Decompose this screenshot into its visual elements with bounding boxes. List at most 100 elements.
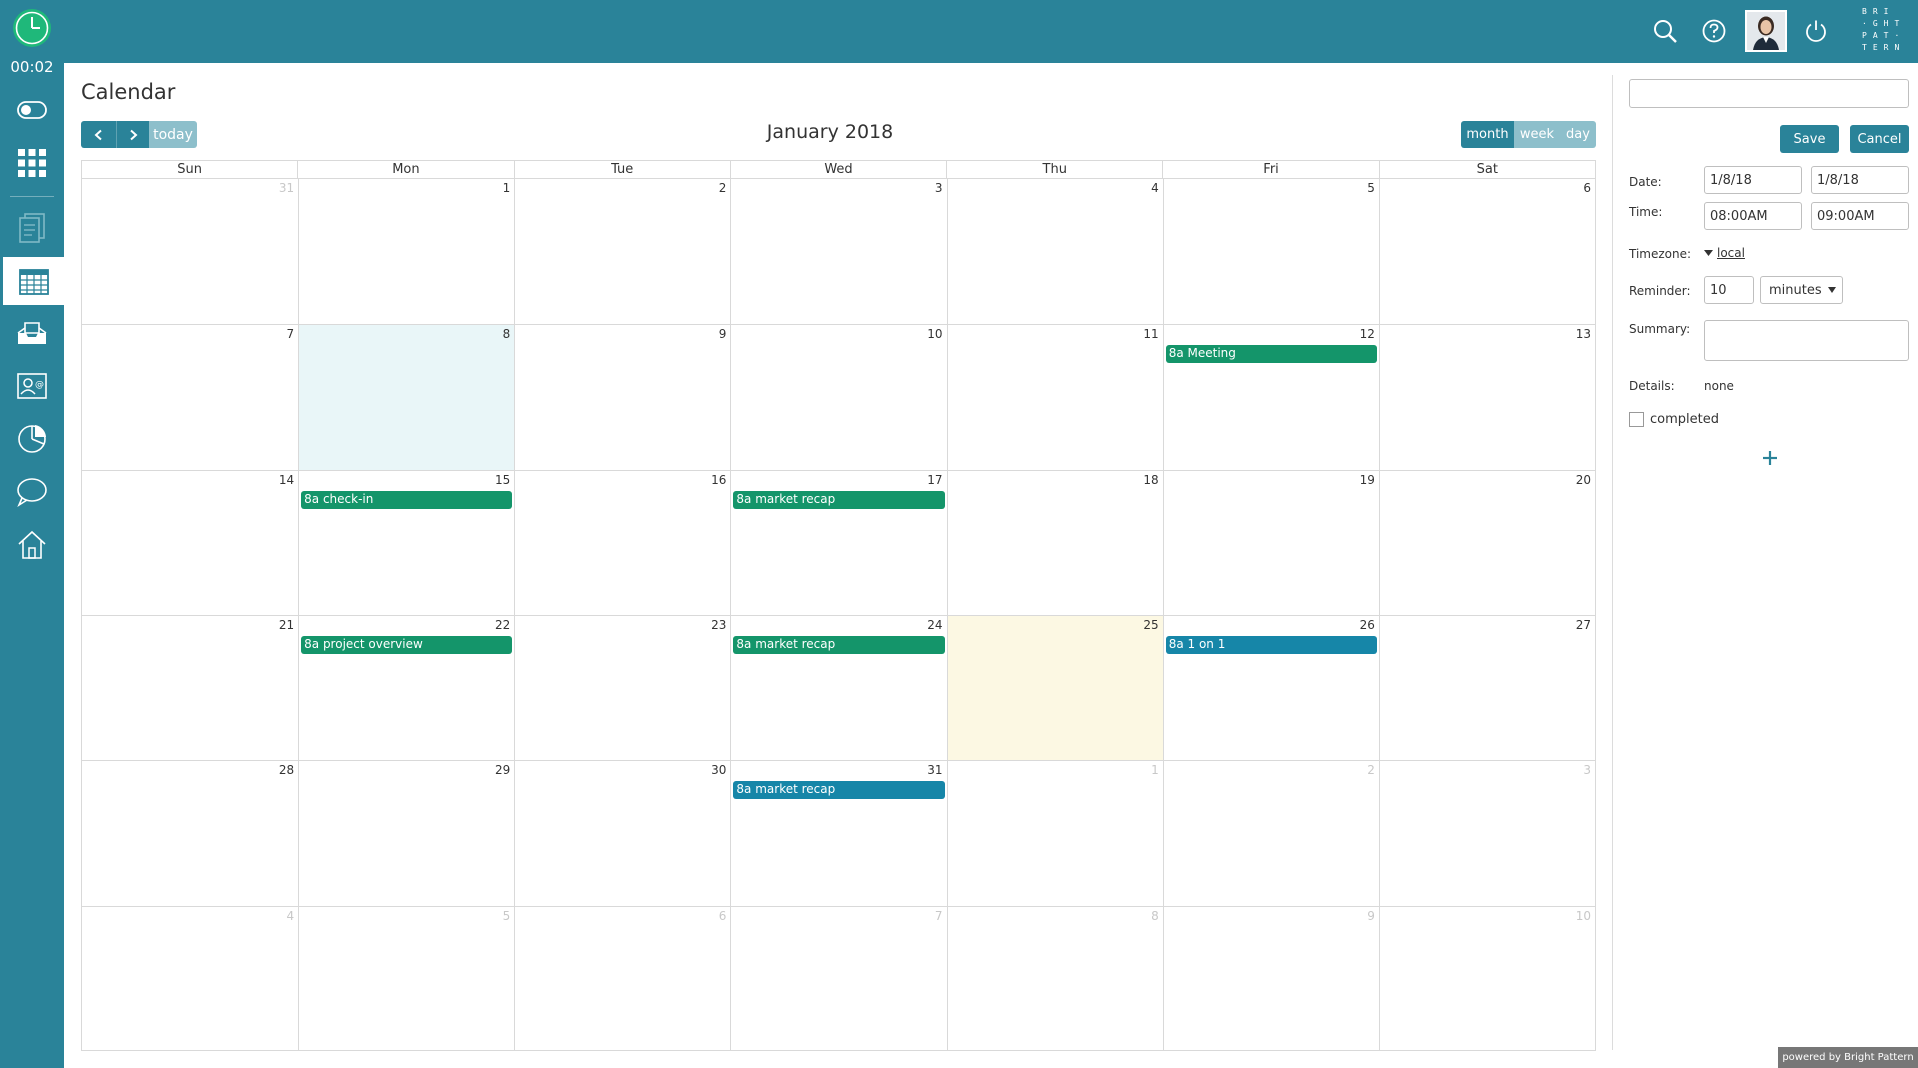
day-number[interactable]: 5 (503, 909, 511, 923)
view-month-button[interactable]: month (1461, 121, 1514, 148)
day-cell[interactable]: 17 8a market recap (730, 469, 947, 615)
day-number[interactable]: 22 (495, 618, 510, 632)
sidebar-item-calendar[interactable] (3, 257, 64, 305)
day-cell[interactable]: 22 8a project overview (298, 614, 515, 761)
reminder-unit-select[interactable]: minutes (1760, 276, 1843, 304)
day-cell[interactable]: 16 (514, 469, 731, 615)
day-cell[interactable]: 19 (1162, 469, 1379, 615)
add-item-button[interactable] (1760, 448, 1780, 468)
day-cell[interactable]: 6 (1378, 179, 1595, 325)
day-cell[interactable]: 5 (298, 905, 515, 1051)
day-number[interactable]: 31 (927, 763, 942, 777)
power-icon[interactable] (1797, 12, 1835, 50)
day-number[interactable]: 5 (1367, 181, 1375, 195)
day-cell[interactable]: 31 8a market recap (730, 760, 947, 906)
search-icon[interactable] (1646, 12, 1684, 50)
inbox-icon[interactable] (0, 309, 64, 357)
day-cell[interactable]: 18 (946, 469, 1163, 615)
completed-checkbox[interactable] (1629, 412, 1644, 427)
day-number[interactable]: 9 (1367, 909, 1375, 923)
day-cell[interactable]: 10 (730, 324, 947, 470)
day-cell[interactable]: 28 (82, 760, 299, 905)
user-avatar[interactable] (1745, 10, 1787, 52)
day-number[interactable]: 13 (1576, 327, 1591, 341)
day-cell[interactable]: 29 (298, 760, 515, 906)
view-day-button[interactable]: day (1560, 121, 1596, 148)
day-number[interactable]: 8 (1151, 909, 1159, 923)
today-button[interactable]: today (149, 121, 197, 148)
day-number[interactable]: 29 (495, 763, 510, 777)
day-number[interactable]: 25 (1143, 618, 1158, 632)
day-number[interactable]: 4 (1151, 181, 1159, 195)
day-cell[interactable]: 6 (514, 905, 731, 1051)
day-cell[interactable]: 9 (1162, 905, 1379, 1051)
day-number[interactable]: 9 (719, 327, 727, 341)
day-number[interactable]: 2 (719, 181, 727, 195)
event-title-input[interactable] (1629, 79, 1909, 108)
day-cell[interactable]: 4 (82, 905, 299, 1051)
day-number[interactable]: 1 (503, 181, 511, 195)
day-cell[interactable]: 3 (730, 179, 946, 325)
day-number[interactable]: 12 (1360, 327, 1375, 341)
save-button[interactable]: Save (1780, 125, 1839, 153)
day-cell[interactable]: 1 (946, 760, 1163, 906)
day-number[interactable]: 3 (1583, 763, 1591, 777)
day-number[interactable]: 19 (1360, 473, 1375, 487)
reminder-amount-input[interactable]: 10 (1704, 276, 1754, 304)
status-toggle[interactable] (0, 86, 64, 134)
reports-pie-icon[interactable] (0, 415, 64, 463)
details-value[interactable]: none (1704, 379, 1734, 393)
calendar-event[interactable]: 8a 1 on 1 (1165, 635, 1377, 654)
chat-icon[interactable] (0, 468, 64, 516)
day-number[interactable]: 11 (1143, 327, 1158, 341)
day-cell[interactable]: 11 (946, 324, 1163, 470)
day-cell[interactable]: 7 (730, 905, 947, 1051)
day-number[interactable]: 15 (495, 473, 510, 487)
day-cell[interactable]: 25 (946, 614, 1163, 761)
summary-input[interactable] (1704, 320, 1909, 361)
day-number[interactable]: 4 (287, 909, 295, 923)
day-number[interactable]: 26 (1360, 618, 1375, 632)
day-cell[interactable]: 8 (298, 324, 515, 470)
day-cell[interactable]: 14 (82, 469, 299, 615)
day-cell[interactable]: 4 (946, 179, 1163, 325)
day-number[interactable]: 17 (927, 473, 942, 487)
start-date-input[interactable]: 1/8/18 (1704, 166, 1802, 194)
day-number[interactable]: 14 (279, 473, 294, 487)
day-cell[interactable]: 31 (82, 179, 298, 324)
next-month-button[interactable] (116, 121, 149, 148)
calendar-event[interactable]: 8a market recap (733, 490, 945, 509)
day-number[interactable]: 8 (503, 327, 511, 341)
day-cell[interactable]: 23 (514, 614, 731, 761)
calendar-event[interactable]: 8a market recap (733, 635, 945, 654)
day-cell[interactable]: 3 (1378, 760, 1595, 906)
clock-icon[interactable] (12, 8, 52, 48)
day-cell[interactable]: 24 8a market recap (730, 614, 947, 761)
day-cell[interactable]: 26 8a 1 on 1 (1162, 614, 1379, 761)
day-cell[interactable]: 1 (298, 179, 514, 325)
day-cell[interactable]: 2 (514, 179, 730, 325)
day-cell[interactable]: 20 (1378, 469, 1595, 615)
day-number[interactable]: 16 (711, 473, 726, 487)
contacts-icon[interactable]: @ (0, 362, 64, 410)
day-number[interactable]: 20 (1576, 473, 1591, 487)
calendar-event[interactable]: 8a project overview (301, 635, 513, 654)
day-number[interactable]: 6 (719, 909, 727, 923)
calendar-event[interactable]: 8a market recap (733, 781, 945, 800)
day-number[interactable]: 18 (1143, 473, 1158, 487)
day-number[interactable]: 7 (287, 327, 295, 341)
day-number[interactable]: 21 (279, 618, 294, 632)
day-cell[interactable]: 7 (82, 324, 299, 469)
day-number[interactable]: 3 (935, 181, 943, 195)
end-date-input[interactable]: 1/8/18 (1811, 166, 1909, 194)
day-cell[interactable]: 5 (1162, 179, 1379, 325)
day-number[interactable]: 7 (935, 909, 943, 923)
day-number[interactable]: 30 (711, 763, 726, 777)
home-icon[interactable] (0, 521, 64, 569)
day-number[interactable]: 27 (1576, 618, 1591, 632)
help-icon[interactable] (1695, 12, 1733, 50)
calendar-event[interactable]: 8a Meeting (1165, 345, 1377, 364)
day-cell[interactable]: 2 (1162, 760, 1379, 906)
day-cell[interactable]: 30 (514, 760, 731, 906)
day-cell[interactable]: 12 8a Meeting (1162, 324, 1379, 470)
